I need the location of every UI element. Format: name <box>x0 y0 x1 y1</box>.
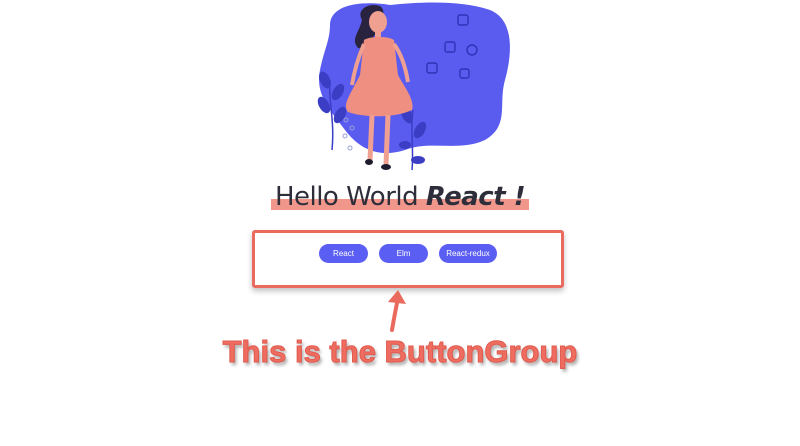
hero-title-wrap: Hello World React ! <box>0 182 800 212</box>
caption-wrap: This is the ButtonGroup <box>0 334 800 370</box>
hero-illustration <box>317 2 510 171</box>
hero-title: Hello World React ! <box>270 182 530 212</box>
elm-button[interactable]: Elm <box>379 244 428 263</box>
page: Hello World React ! React Elm React-redu… <box>0 0 800 446</box>
hero-title-plain: Hello World <box>274 182 426 212</box>
react-redux-button[interactable]: React-redux <box>439 244 497 263</box>
button-group: React Elm React-redux <box>252 244 564 263</box>
hero-title-accent: React ! <box>425 182 526 212</box>
arrow-up-icon <box>388 290 406 332</box>
react-button[interactable]: React <box>319 244 368 263</box>
annotation-caption: This is the ButtonGroup <box>222 334 578 370</box>
